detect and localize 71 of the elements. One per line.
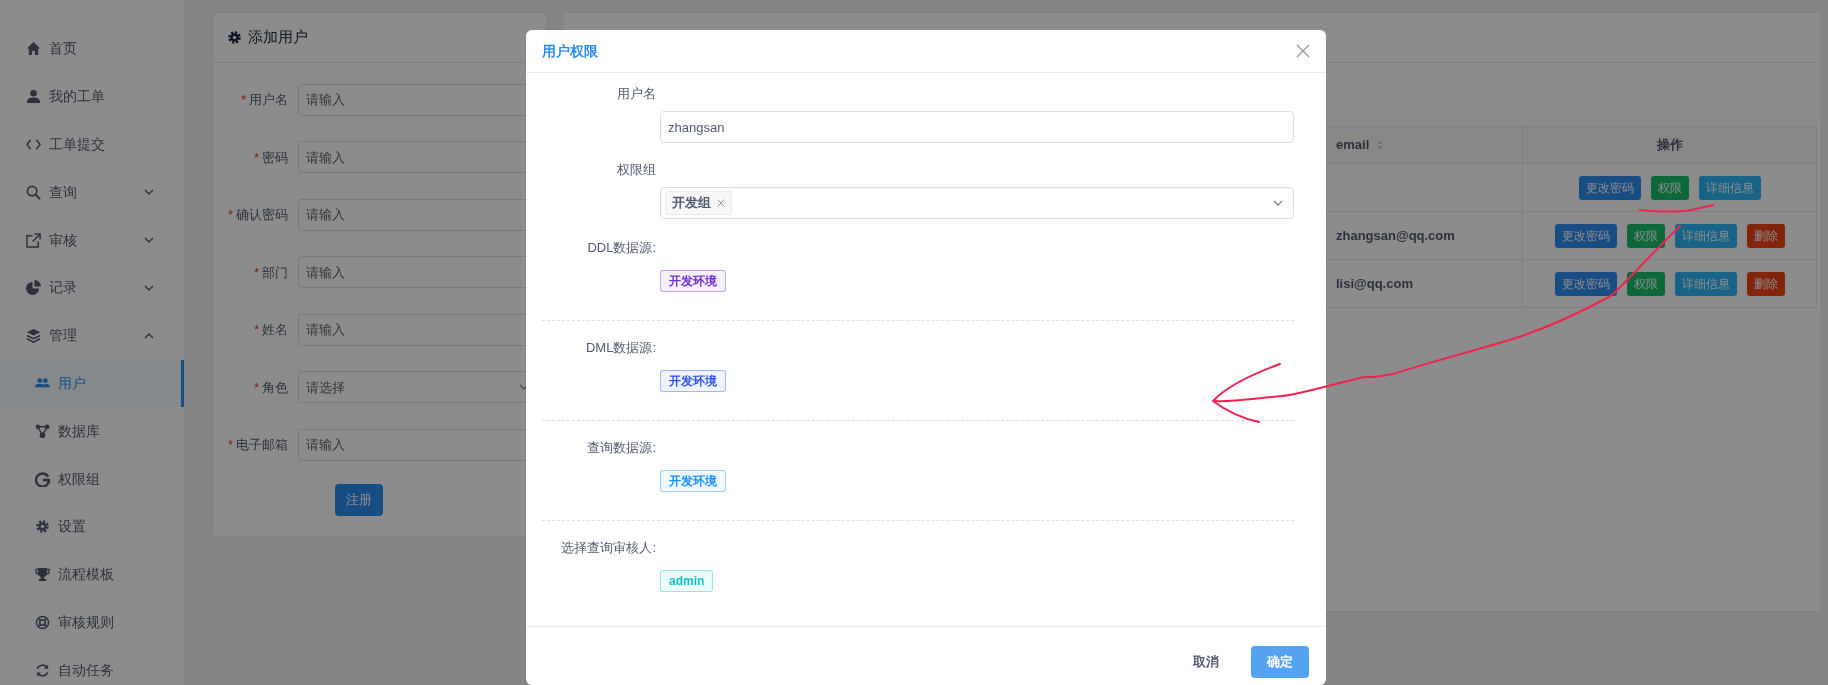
action-button[interactable]: 更改密码 [1554, 223, 1617, 248]
sidebar-item[interactable]: 首页 [0, 25, 184, 73]
source-tag: 开发环境 [660, 270, 726, 292]
action-button[interactable]: 删除 [1746, 223, 1785, 248]
life-ring-icon [35, 614, 50, 630]
external-link-icon [26, 232, 41, 248]
field-label: * 部门 [252, 263, 289, 282]
settings-icon [35, 519, 50, 535]
email-text: lisi@qq.com [1336, 274, 1413, 293]
sidebar-item[interactable]: 查询 [0, 168, 184, 217]
pie-chart-icon [26, 280, 41, 296]
confirm-button[interactable]: 确定 [1251, 645, 1309, 678]
g-logo-icon [35, 471, 50, 487]
home-icon [26, 41, 41, 57]
sidebar-item[interactable]: 审核规则 [0, 598, 184, 647]
section-label: 查询数据源: [586, 439, 657, 457]
action-button[interactable]: 权限 [1626, 271, 1665, 296]
refresh-icon [35, 662, 50, 678]
action-button[interactable]: 更改密码 [1554, 271, 1617, 296]
field-label: 权限组 [616, 161, 657, 179]
action-button[interactable]: 详细信息 [1698, 175, 1761, 200]
field-label: * 电子邮箱 [226, 436, 289, 454]
field-label: * 姓名 [252, 321, 289, 339]
column-header: 操作 [1522, 127, 1816, 163]
sidebar-item[interactable]: 设置 [0, 502, 184, 551]
section-label: DDL数据源: [586, 239, 657, 257]
cancel-button[interactable]: 取消 [1177, 645, 1235, 678]
sidebar-item[interactable]: 工单提交 [0, 120, 184, 169]
action-button[interactable]: 权限 [1650, 175, 1689, 200]
action-button[interactable]: 详细信息 [1674, 223, 1737, 248]
source-tag: admin [660, 570, 714, 592]
section-label: 选择查询审核人: [560, 539, 657, 557]
email-text: zhangsan@qq.com [1336, 226, 1455, 245]
sidebar-item[interactable]: 用户 [0, 359, 184, 408]
sidebar-item[interactable]: 权限组 [0, 455, 184, 503]
sidebar-item[interactable]: 自动任务 [0, 646, 184, 685]
register-button[interactable]: 注册 [335, 483, 383, 516]
sidebar-item[interactable]: 数据库 [0, 407, 184, 456]
field-label: * 确认密码 [226, 206, 289, 224]
sidebar-item[interactable]: 审核 [0, 216, 184, 264]
username-field[interactable]: zhangsan [660, 111, 1294, 143]
settings-icon [227, 30, 242, 45]
search-icon [26, 184, 41, 200]
close-icon [717, 199, 725, 207]
action-button[interactable]: 删除 [1746, 271, 1785, 296]
field-label: 用户名 [616, 85, 657, 103]
field-label: * 用户名 [239, 91, 289, 109]
section-label: DML数据源: [584, 339, 657, 357]
action-button[interactable]: 权限 [1626, 223, 1665, 248]
action-button[interactable]: 详细信息 [1674, 271, 1737, 296]
sidebar-item[interactable]: 管理 [0, 311, 184, 360]
field-label: * 密码 [252, 148, 289, 167]
sidebar-item[interactable]: 我的工单 [0, 72, 184, 121]
nodes-icon [35, 423, 50, 439]
sidebar-item[interactable]: 流程模板 [0, 550, 184, 599]
code-icon [26, 137, 41, 152]
close-icon[interactable] [1296, 44, 1310, 58]
source-tag: 开发环境 [660, 370, 726, 392]
user-icon [26, 89, 41, 105]
card-title: 添加用户 [248, 27, 308, 48]
group-tag[interactable]: 开发组 [665, 191, 732, 215]
dialog-title: 用户权限 [542, 41, 598, 61]
action-button[interactable]: 更改密码 [1578, 175, 1641, 200]
layers-icon [26, 328, 41, 344]
trophy-icon [35, 567, 50, 583]
field-label: * 角色 [252, 378, 289, 397]
annotation-arrowhead [1212, 363, 1281, 423]
group-select[interactable]: 开发组 [660, 187, 1294, 219]
sidebar-item[interactable]: 记录 [0, 264, 184, 312]
chevron-down-icon [1273, 198, 1283, 208]
source-tag: 开发环境 [660, 470, 726, 492]
